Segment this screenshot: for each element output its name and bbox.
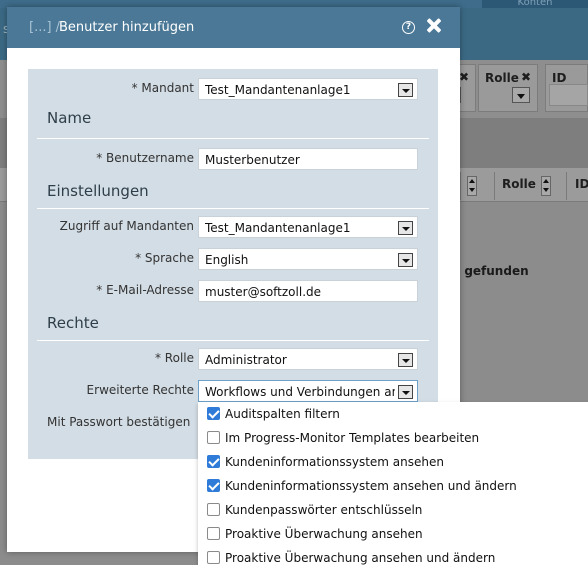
divider bbox=[37, 340, 429, 341]
password-confirm-label: Mit Passwort bestätigen bbox=[47, 415, 191, 429]
checkbox[interactable] bbox=[207, 527, 220, 540]
access-label: Zugriff auf Mandanten bbox=[59, 219, 194, 233]
section-settings-heading: Einstellungen bbox=[47, 182, 149, 200]
list-item[interactable]: Im Progress-Monitor Templates bearbeiten bbox=[198, 426, 588, 450]
ext-rights-value: Workflows und Verbindungen an bbox=[205, 385, 395, 399]
dialog-title: Benutzer hinzufügen bbox=[59, 20, 195, 35]
dialog-titlebar: [...] / Benutzer hinzufügen ? bbox=[7, 7, 460, 48]
chevron-down-icon[interactable] bbox=[398, 253, 413, 267]
bg-header-label-id: ID bbox=[575, 177, 588, 191]
bg-filter-id-input bbox=[549, 84, 588, 106]
list-item[interactable]: Kundeninformationssystem ansehen bbox=[198, 450, 588, 474]
close-icon[interactable] bbox=[424, 16, 444, 36]
ext-rights-dropdown-list: Auditspalten filtern Im Progress-Monitor… bbox=[198, 402, 588, 565]
bg-header-cell-id: ID bbox=[566, 172, 588, 200]
mandant-select[interactable]: Test_Mandantenanlage1 bbox=[198, 78, 418, 100]
bg-filter-cell-rolle: Rolle ✖ bbox=[478, 64, 538, 112]
option-label: Auditspalten filtern bbox=[225, 407, 340, 421]
chevron-down-icon[interactable] bbox=[398, 83, 413, 97]
option-label: Im Progress-Monitor Templates bearbeiten bbox=[225, 431, 480, 445]
email-value: muster@softzoll.de bbox=[205, 285, 322, 299]
bg-filter-dropdown-rolle bbox=[512, 87, 530, 103]
username-input[interactable]: Musterbenutzer bbox=[198, 148, 418, 170]
mandant-value: Test_Mandantenanlage1 bbox=[205, 83, 351, 97]
list-item[interactable]: Proaktive Überwachung ansehen bbox=[198, 522, 588, 546]
bg-sort-icon bbox=[467, 176, 477, 196]
email-label: * E-Mail-Adresse bbox=[96, 283, 194, 297]
bg-filter-close-icon: ✖ bbox=[521, 70, 532, 84]
section-rights-heading: Rechte bbox=[47, 314, 99, 332]
list-item[interactable]: Auditspalten filtern bbox=[198, 402, 588, 426]
bg-empty-message: e gefunden bbox=[452, 264, 529, 278]
checkbox[interactable] bbox=[207, 455, 220, 468]
dialog-breadcrumb[interactable]: [...] / bbox=[29, 20, 60, 35]
username-label: * Benutzername bbox=[96, 151, 194, 165]
chevron-down-icon[interactable] bbox=[398, 385, 413, 399]
divider bbox=[37, 138, 429, 139]
bg-header-cell-rolle: Rolle bbox=[494, 172, 554, 200]
option-label: Kundeninformationssystem ansehen bbox=[225, 455, 444, 469]
bg-filter-label-rolle: Rolle bbox=[485, 71, 519, 85]
access-value: Test_Mandantenanlage1 bbox=[205, 221, 351, 235]
bg-header-label-rolle: Rolle bbox=[502, 177, 536, 191]
list-item[interactable]: Kundeninformationssystem ansehen und änd… bbox=[198, 474, 588, 498]
section-name-heading: Name bbox=[47, 109, 92, 127]
email-input[interactable]: muster@softzoll.de bbox=[198, 280, 418, 302]
bg-filter-label-id: ID bbox=[552, 71, 567, 85]
option-label: Proaktive Überwachung ansehen bbox=[225, 527, 423, 541]
role-select[interactable]: Administrator bbox=[198, 348, 418, 370]
mandant-label: * Mandant bbox=[131, 81, 194, 95]
list-item[interactable]: Proaktive Überwachung ansehen und ändern bbox=[198, 546, 588, 565]
ext-rights-label: Erweiterte Rechte bbox=[86, 383, 194, 397]
chevron-down-icon[interactable] bbox=[398, 221, 413, 235]
option-label: Kundeninformationssystem ansehen und änd… bbox=[225, 479, 517, 493]
help-icon[interactable]: ? bbox=[402, 21, 415, 34]
username-value: Musterbenutzer bbox=[205, 153, 300, 167]
list-item[interactable]: Kundenpasswörter entschlüsseln bbox=[198, 498, 588, 522]
checkbox[interactable] bbox=[207, 431, 220, 444]
user-form: * Mandant Test_Mandantenanlage1 Name * B… bbox=[28, 69, 438, 459]
ext-rights-select[interactable]: Workflows und Verbindungen an bbox=[198, 380, 418, 402]
access-select[interactable]: Test_Mandantenanlage1 bbox=[198, 216, 418, 238]
language-label: * Sprache bbox=[135, 251, 194, 265]
bg-top-tab: Konten bbox=[482, 0, 588, 8]
option-label: Proaktive Überwachung ansehen und ändern bbox=[225, 551, 496, 565]
language-value: English bbox=[205, 253, 249, 267]
divider bbox=[37, 208, 429, 209]
language-select[interactable]: English bbox=[198, 248, 418, 270]
checkbox[interactable] bbox=[207, 503, 220, 516]
bg-filter-close-icon: ✖ bbox=[459, 70, 470, 84]
checkbox[interactable] bbox=[207, 407, 220, 420]
role-label: * Rolle bbox=[154, 351, 194, 365]
checkbox[interactable] bbox=[207, 551, 220, 564]
option-label: Kundenpasswörter entschlüsseln bbox=[225, 503, 423, 517]
bg-sort-icon bbox=[541, 176, 551, 196]
checkbox[interactable] bbox=[207, 479, 220, 492]
chevron-down-icon[interactable] bbox=[398, 353, 413, 367]
bg-header-cell-partial bbox=[460, 172, 494, 200]
role-value: Administrator bbox=[205, 353, 287, 367]
